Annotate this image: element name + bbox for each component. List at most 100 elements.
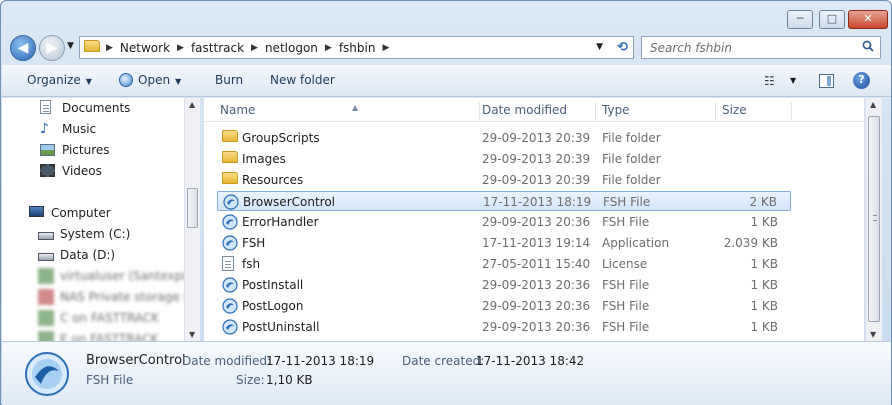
column-date-modified[interactable]: Date modified <box>476 102 596 122</box>
nav-item-network-drive[interactable]: NAS Private storage (M <box>38 287 199 307</box>
nav-item-videos[interactable]: Videos <box>40 161 102 181</box>
nav-item-label: virtualuser (Santexpico <box>60 269 199 283</box>
file-type: File folder <box>602 131 661 145</box>
burn-button[interactable]: Burn <box>215 73 243 87</box>
file-date: 29-09-2013 20:39 <box>482 173 591 187</box>
breadcrumb-separator-icon[interactable]: ▶ <box>382 43 389 53</box>
file-type: FSH File <box>602 278 650 292</box>
chevron-down-icon: ▼ <box>85 77 92 86</box>
maximize-button[interactable]: □ <box>819 10 845 29</box>
nav-item-label: Documents <box>62 101 131 115</box>
table-row[interactable]: PostLogon 29-09-2013 20:36 FSH File 1 KB <box>217 296 791 316</box>
navigation-pane: Documents ♪ Music Pictures Videos Comput… <box>2 98 199 341</box>
file-name: Resources <box>242 173 304 187</box>
nav-item-pictures[interactable]: Pictures <box>40 140 110 160</box>
document-icon <box>222 256 238 272</box>
nav-item-data-d[interactable]: Data (D:) <box>38 245 115 265</box>
scroll-up-icon[interactable]: ▲ <box>870 100 876 109</box>
breadcrumb: ▶ Network ▶ fasttrack ▶ netlogon ▶ fshbi… <box>100 37 389 58</box>
folder-icon <box>222 172 238 188</box>
nav-item-system-c[interactable]: System (C:) <box>38 224 130 244</box>
forward-button[interactable]: ▶ <box>39 35 65 61</box>
nav-item-network-drive[interactable]: E on FASTTRACK <box>38 329 158 341</box>
breadcrumb-separator-icon[interactable]: ▶ <box>325 43 332 53</box>
address-bar[interactable]: ▶ Network ▶ fasttrack ▶ netlogon ▶ fshbi… <box>79 36 634 59</box>
breadcrumb-network[interactable]: Network <box>113 41 177 55</box>
network-drive-icon <box>38 331 54 341</box>
search-box[interactable] <box>641 36 881 59</box>
file-name: ErrorHandler <box>242 215 319 229</box>
nav-item-network-drive[interactable]: virtualuser (Santexpico <box>38 266 199 286</box>
file-name: fsh <box>242 257 261 271</box>
table-row[interactable]: Resources 29-09-2013 20:39 File folder <box>217 170 791 190</box>
view-options-icon[interactable]: ☷ <box>764 74 775 88</box>
file-date: 29-09-2013 20:36 <box>482 278 591 292</box>
file-date: 29-09-2013 20:36 <box>482 320 591 334</box>
table-row[interactable]: ErrorHandler 29-09-2013 20:36 FSH File 1… <box>217 212 791 232</box>
nav-item-label: System (C:) <box>60 227 131 241</box>
minimize-button[interactable]: ─ <box>787 10 813 29</box>
detail-file-type: FSH File <box>86 373 134 387</box>
table-row[interactable]: PostInstall 29-09-2013 20:36 FSH File 1 … <box>217 275 791 295</box>
fsh-file-icon <box>222 298 238 314</box>
breadcrumb-separator-icon[interactable]: ▶ <box>177 43 184 53</box>
nav-item-documents[interactable]: Documents <box>40 98 130 118</box>
file-type: License <box>602 257 648 271</box>
pictures-icon <box>40 142 56 158</box>
folder-icon <box>84 40 100 55</box>
address-dropdown-icon[interactable]: ▼ <box>596 42 603 52</box>
table-row[interactable]: FSH 17-11-2013 19:14 Application 2.039 K… <box>217 233 791 253</box>
open-button[interactable]: Open ▼ <box>119 73 181 87</box>
file-name: PostLogon <box>242 299 304 313</box>
recent-pages-dropdown-icon[interactable]: ▼ <box>67 41 74 51</box>
preview-pane-button[interactable] <box>819 74 834 88</box>
column-size[interactable]: Size <box>716 102 792 122</box>
new-folder-button[interactable]: New folder <box>270 73 335 87</box>
column-name[interactable]: Name ▲ <box>214 102 480 122</box>
scroll-thumb[interactable] <box>187 188 198 228</box>
nav-item-computer[interactable]: Computer <box>29 203 111 223</box>
scroll-thumb[interactable] <box>868 116 880 322</box>
file-size: 1 KB <box>750 320 778 334</box>
help-icon[interactable]: ? <box>853 72 870 89</box>
nav-item-label: Computer <box>51 206 111 220</box>
table-row[interactable]: PostUninstall 29-09-2013 20:36 FSH File … <box>217 317 791 337</box>
search-icon[interactable] <box>862 40 874 52</box>
table-row[interactable]: fsh 27-05-2011 15:40 License 1 KB <box>217 254 791 274</box>
file-date: 29-09-2013 20:36 <box>482 299 591 313</box>
title-bar[interactable]: ─ □ ✕ <box>1 1 891 33</box>
nav-item-network-drive[interactable]: C on FASTTRACK <box>38 308 159 328</box>
search-input[interactable] <box>650 37 860 58</box>
scroll-down-icon[interactable]: ▼ <box>189 330 195 339</box>
organize-button[interactable]: Organize ▼ <box>27 73 92 87</box>
scroll-up-icon[interactable]: ▲ <box>189 100 195 109</box>
navigation-scrollbar[interactable]: ▲ ▼ <box>184 98 200 341</box>
column-type[interactable]: Type <box>596 102 716 122</box>
breadcrumb-netlogon[interactable]: netlogon <box>258 41 325 55</box>
close-button[interactable]: ✕ <box>848 10 888 29</box>
file-type: File folder <box>602 152 661 166</box>
breadcrumb-fshbin[interactable]: fshbin <box>332 41 383 55</box>
fsh-file-icon <box>222 277 238 293</box>
folder-icon <box>222 130 238 146</box>
breadcrumb-separator-icon[interactable]: ▶ <box>106 43 113 53</box>
file-type: FSH File <box>602 215 650 229</box>
table-row[interactable]: Images 29-09-2013 20:39 File folder <box>217 149 791 169</box>
detail-size-label: Size: <box>236 373 265 387</box>
table-row[interactable]: GroupScripts 29-09-2013 20:39 File folde… <box>217 128 791 148</box>
back-button[interactable]: ◀ <box>10 35 36 61</box>
file-list: Name ▲ Date modified Type Size GroupScri… <box>204 98 864 341</box>
breadcrumb-separator-icon[interactable]: ▶ <box>251 43 258 53</box>
nav-item-music[interactable]: ♪ Music <box>40 119 96 139</box>
file-list-scrollbar[interactable]: ▲ ▼ <box>865 98 882 341</box>
breadcrumb-fasttrack[interactable]: fasttrack <box>184 41 251 55</box>
table-row-selected[interactable]: BrowserControl 17-11-2013 18:19 FSH File… <box>217 191 791 211</box>
music-icon: ♪ <box>40 121 49 137</box>
data-drive-icon <box>38 247 54 263</box>
file-size: 1 KB <box>750 278 778 292</box>
refresh-icon[interactable]: ⟲ <box>617 40 628 55</box>
chevron-down-icon[interactable]: ▼ <box>790 76 796 85</box>
nav-item-label: E on FASTTRACK <box>60 332 159 341</box>
scroll-down-icon[interactable]: ▼ <box>870 330 876 339</box>
videos-icon <box>40 163 56 179</box>
